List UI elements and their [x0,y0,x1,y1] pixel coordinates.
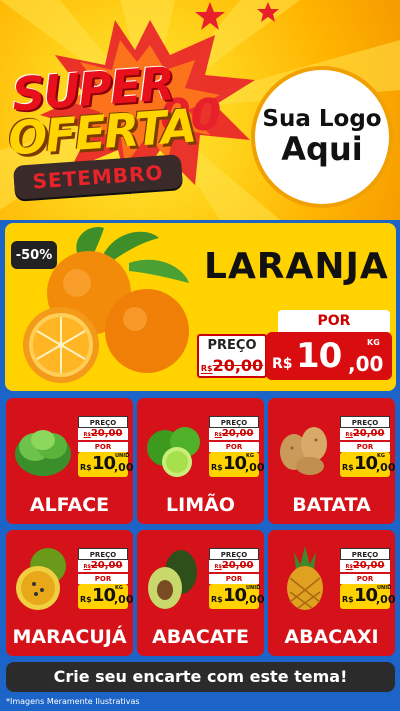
old-price-label: PREÇO [78,416,128,428]
price-integer: 10 [296,336,342,376]
price-box: R$ 10,00 KG [78,584,133,609]
price-cents: ,00 [348,352,384,376]
lime-icon [147,427,200,477]
old-price-label: PREÇO [209,548,259,560]
price-tag: PREÇO R$20,00 POR R$ 10,00 KG [78,548,133,609]
product-card[interactable]: PREÇO R$20,00 POR R$ 10,00 UNID ABACATE [137,530,264,656]
product-card[interactable]: PREÇO R$20,00 POR R$ 10,00 KG MARACUJÁ [6,530,133,656]
price-currency: R$ [211,595,223,604]
por-label: POR [340,574,390,584]
product-name: LIMÃO [166,494,235,516]
price-tag: PREÇO R$20,00 POR R$ 10,00 KG [340,416,395,477]
logo-text-line2: Aqui [281,130,363,169]
price-currency: R$ [342,595,354,604]
old-price-value: R$20,00 [209,428,259,440]
por-label: POR [78,442,128,452]
old-price-value: R$20,00 [200,356,264,375]
old-price-label: PREÇO [340,416,390,428]
old-price-label: PREÇO [207,338,257,353]
price-tag: PREÇO R$20,00 POR R$ 10,00 KG [209,416,264,477]
price-currency: R$ [272,356,293,372]
product-name: ABACAXI [284,626,379,648]
old-price-value: R$20,00 [209,560,259,572]
price-cents: ,00 [376,461,395,474]
product-card[interactable]: PREÇO R$20,00 POR R$ 10,00 UNID ALFACE [6,398,133,524]
price-box: R$ 10,00 UNID [78,452,133,477]
product-card[interactable]: PREÇO R$20,00 POR R$ 10,00 KG LIMÃO [137,398,264,524]
price-integer: 10 [354,585,378,606]
price-unit: KG [246,453,254,459]
price-integer: 10 [223,585,247,606]
price-integer: 10 [92,585,116,606]
create-flyer-button[interactable]: Crie seu encarte com este tema! [6,662,395,692]
logo-text-line1: Sua Logo [262,105,382,132]
price-unit: KG [115,585,123,591]
price-currency: R$ [80,595,92,604]
discount-badge: -50% [11,241,57,269]
por-label: POR [209,442,259,452]
product-name: ALFACE [29,494,110,516]
hero-product-name: LARANJA [204,246,389,287]
passion-fruit-icon [16,548,66,610]
price-integer: 10 [354,453,378,474]
header-banner: 00 SUPER OFERTA SETEMBRO Sua Logo Aqui [0,0,400,220]
price-tag: PREÇO R$20,00 POR R$ 10,00 UNID [209,548,264,609]
product-card[interactable]: PREÇO R$20,00 POR R$ 10,00 UNID ABACAXI [268,530,395,656]
old-price-value: R$20,00 [78,428,128,440]
price-unit: UNID [377,585,392,591]
price-unit: UNID [246,585,261,591]
avocado-icon [148,550,197,609]
price-cents: ,00 [376,593,395,606]
old-price-label: PREÇO [78,548,128,560]
product-card[interactable]: PREÇO R$20,00 POR R$ 10,00 KG BATATA [268,398,395,524]
hero-por-label: POR [278,310,390,332]
price-unit: KG [367,338,380,347]
price-unit: KG [377,453,385,459]
old-price-value: R$20,00 [78,560,128,572]
price-currency: R$ [342,463,354,472]
price-cents: ,00 [114,461,133,474]
month-label: SETEMBRO [31,160,165,194]
product-name: MARACUJÁ [12,626,127,648]
price-box: R$ 10,00 UNID [340,584,395,609]
por-label: POR [340,442,390,452]
price-integer: 10 [223,453,247,474]
potato-icon [280,427,327,475]
old-price-label: PREÇO [209,416,259,428]
hero-old-price-box: PREÇO R$20,00 [197,334,267,378]
pineapple-icon [287,546,323,610]
old-price-value: R$20,00 [340,428,390,440]
price-unit: UNID [115,453,130,459]
price-cents: ,00 [114,593,133,606]
price-tag: PREÇO R$20,00 POR R$ 10,00 UNID [340,548,395,609]
por-label: POR [209,574,259,584]
price-tag: PREÇO R$20,00 POR R$ 10,00 UNID [78,416,133,477]
old-price-value: R$20,00 [340,560,390,572]
product-name: BATATA [292,494,371,516]
illustrative-images-note: *Imagens Meramente Ilustrativas [6,697,140,706]
price-box: R$ 10,00 KG [340,452,395,477]
price-currency: R$ [80,463,92,472]
logo-placeholder[interactable]: Sua Logo Aqui [251,66,393,208]
por-label: POR [78,574,128,584]
price-cents: ,00 [245,593,264,606]
price-integer: 10 [92,453,116,474]
lettuce-icon [15,430,71,476]
price-currency: R$ [211,463,223,472]
old-price-label: PREÇO [340,548,390,560]
hero-price-box: R$ 10 ,00 KG [266,332,392,380]
price-cents: ,00 [245,461,264,474]
price-box: R$ 10,00 KG [209,452,264,477]
product-name: ABACATE [151,626,249,648]
price-box: R$ 10,00 UNID [209,584,264,609]
